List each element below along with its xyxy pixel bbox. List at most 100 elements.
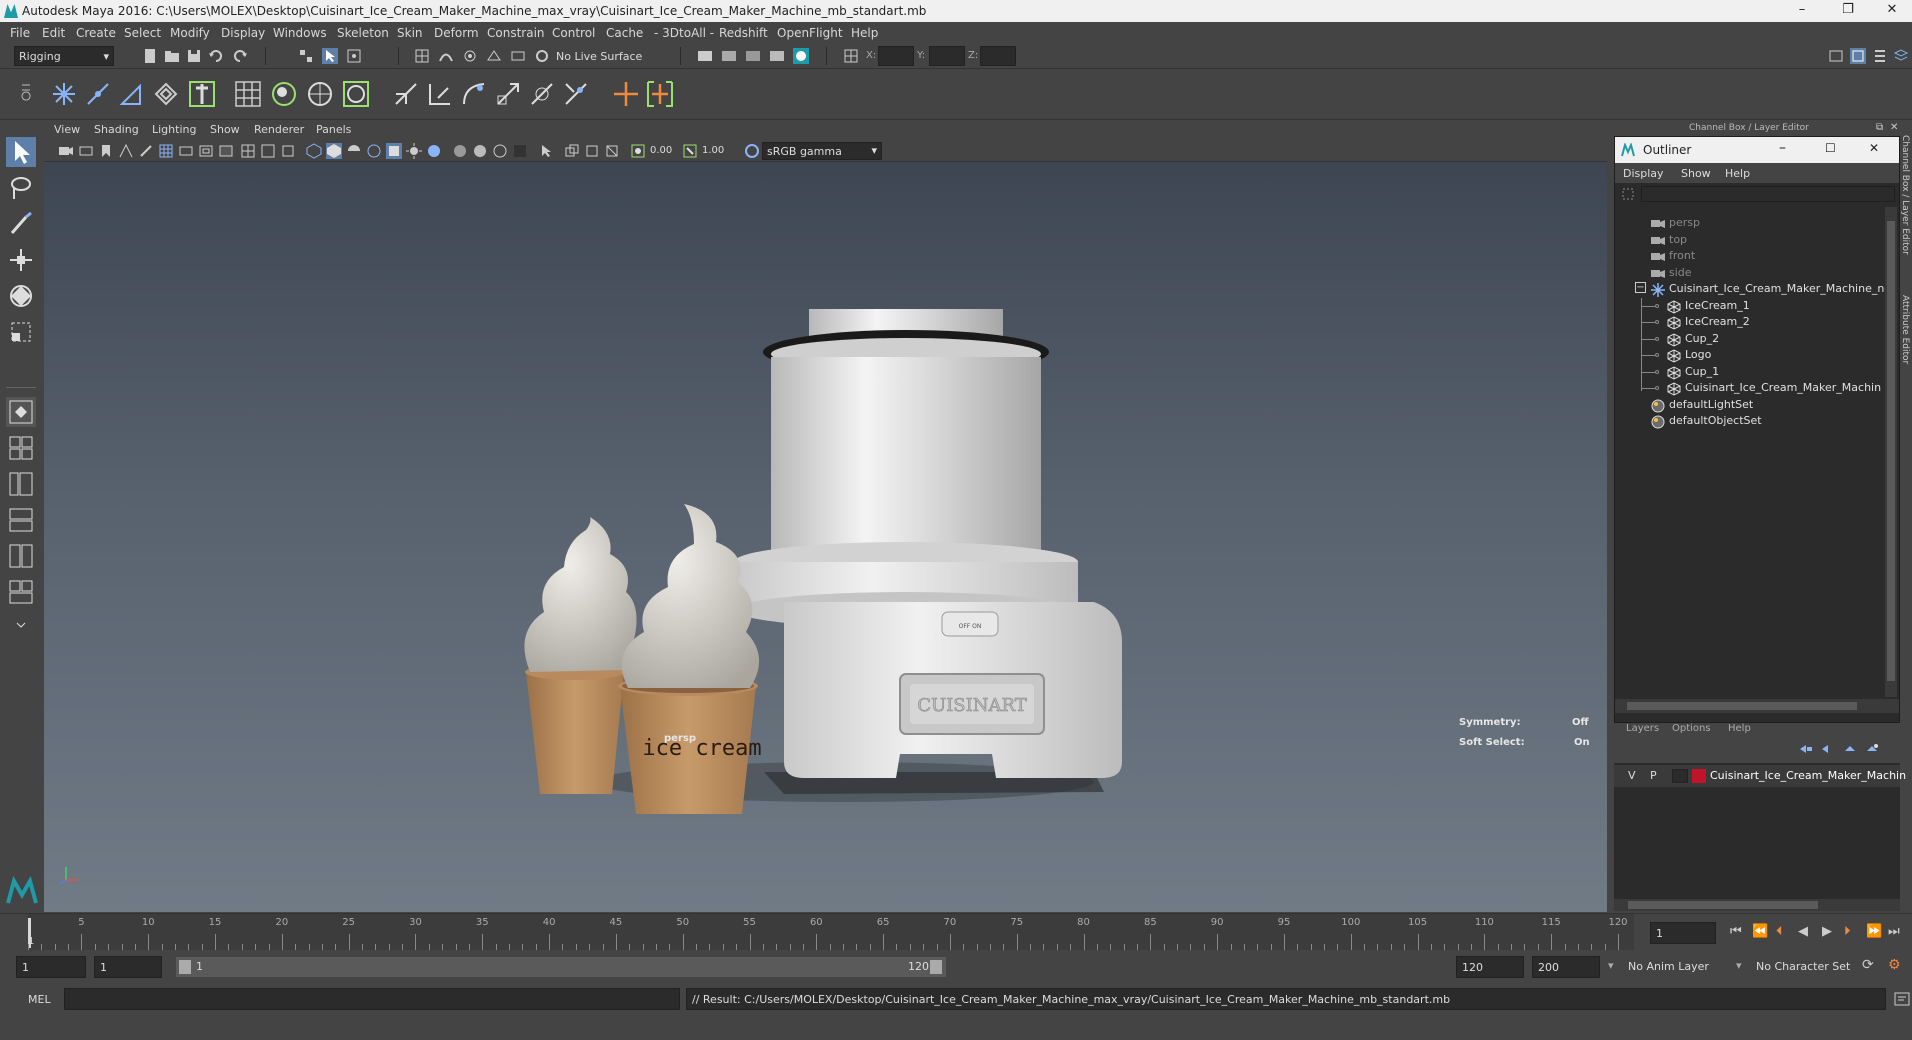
wire-deformer-icon[interactable] <box>340 78 372 110</box>
cluster-icon[interactable] <box>268 78 300 110</box>
select-object-icon[interactable] <box>322 48 338 64</box>
chevron-down-icon[interactable]: ▾ <box>1608 959 1614 972</box>
range-start-handle[interactable] <box>179 960 191 974</box>
more-layouts-icon[interactable] <box>6 613 36 633</box>
channel-box-tab[interactable]: Channel Box / Layer Editor <box>1900 135 1910 255</box>
filter-icon[interactable] <box>1621 187 1635 201</box>
go-to-end-icon[interactable]: ⏭ <box>1888 924 1900 939</box>
joint-tool-icon[interactable] <box>50 80 78 108</box>
textured-icon[interactable] <box>386 143 402 159</box>
y-field[interactable] <box>929 46 965 66</box>
attribute-editor-tab[interactable]: Attribute Editor <box>1900 295 1910 364</box>
auto-key-icon[interactable]: ⟳ <box>1862 957 1874 973</box>
menu-redshift[interactable]: Redshift <box>719 26 768 40</box>
outliner-minimize-button[interactable]: – <box>1779 140 1786 156</box>
character-set-label[interactable]: No Character Set <box>1756 960 1850 973</box>
time-ruler[interactable]: 5 10 15 20 25 30 35 40 45 50 55 60 65 70 75 80 85 90 95 100… <box>28 914 1634 950</box>
move-layer-down-icon[interactable] <box>1820 741 1836 757</box>
wireframe-on-shaded-icon[interactable] <box>366 143 382 159</box>
toggle-tool-settings-icon[interactable] <box>1872 48 1888 64</box>
smooth-bind-icon[interactable] <box>152 80 180 108</box>
menu-control[interactable]: Control <box>552 26 595 40</box>
toggle-channel-box-icon[interactable] <box>1893 48 1909 64</box>
use-all-lights-icon[interactable] <box>406 143 422 159</box>
grid-toggle-icon[interactable] <box>158 143 174 159</box>
hypershade-layout-icon[interactable] <box>6 541 36 571</box>
snap-view-icon[interactable] <box>486 48 502 64</box>
new-empty-layer-icon[interactable] <box>1842 741 1858 757</box>
play-forwards-icon[interactable]: ▶ <box>1822 924 1832 939</box>
safe-action-icon[interactable] <box>260 143 276 159</box>
outliner-close-button[interactable]: ✕ <box>1869 141 1879 155</box>
screen-space-ao-icon[interactable] <box>452 143 468 159</box>
playback-start-field[interactable]: 1 <box>94 956 162 978</box>
play-backwards-icon[interactable]: ◀ <box>1798 924 1808 939</box>
snap-curve-icon[interactable] <box>438 48 454 64</box>
default-material-icon[interactable] <box>346 143 362 159</box>
scrollbar-thumb[interactable] <box>1887 221 1895 681</box>
outliner-search-input[interactable] <box>1641 186 1895 202</box>
layers-menu-options[interactable]: Options <box>1672 723 1711 734</box>
outliner-horizontal-scrollbar[interactable] <box>1615 699 1899 713</box>
wireframe-icon[interactable] <box>306 143 322 159</box>
gamma-icon[interactable] <box>682 143 698 159</box>
collapse-toggle-icon[interactable]: − <box>1635 282 1646 293</box>
outliner-maximize-button[interactable]: ☐ <box>1825 141 1836 155</box>
restore-button[interactable]: ❐ <box>1828 2 1868 20</box>
move-layer-up-icon[interactable] <box>1798 741 1814 757</box>
script-language-label[interactable]: MEL <box>28 993 51 1006</box>
outliner-menu-help[interactable]: Help <box>1725 167 1750 180</box>
motion-blur-icon[interactable] <box>472 143 488 159</box>
range-end-handle[interactable] <box>930 960 942 974</box>
panel-menu-shading[interactable]: Shading <box>94 123 139 136</box>
scrollbar-thumb[interactable] <box>1627 702 1857 710</box>
panel-menu-lighting[interactable]: Lighting <box>152 123 196 136</box>
xray-joints-icon[interactable] <box>584 143 600 159</box>
lattice-icon[interactable] <box>232 78 264 110</box>
image-plane-icon[interactable] <box>118 143 134 159</box>
float-panel-icon[interactable]: ⧉ <box>1876 122 1883 133</box>
rotate-tool-icon[interactable] <box>6 281 36 311</box>
panel-menu-show[interactable]: Show <box>210 123 240 136</box>
character-set-icon[interactable] <box>644 78 676 110</box>
exposure-value[interactable]: 0.00 <box>650 145 672 156</box>
script-editor-icon[interactable] <box>1894 991 1910 1007</box>
xray-icon[interactable] <box>564 143 580 159</box>
point-constraint-icon[interactable] <box>424 78 456 110</box>
select-tool-icon[interactable] <box>6 137 36 167</box>
xray-components-icon[interactable] <box>604 143 620 159</box>
outliner-layout-icon[interactable] <box>6 577 36 607</box>
depth-of-field-icon[interactable] <box>512 143 528 159</box>
shelf-tabs-icon[interactable] <box>20 80 32 110</box>
menu-create[interactable]: Create <box>76 26 116 40</box>
four-view-layout-icon[interactable] <box>6 433 36 463</box>
color-management-icon[interactable] <box>744 143 760 159</box>
go-to-start-icon[interactable]: ⏮ <box>1730 924 1742 939</box>
outliner-vertical-scrollbar[interactable] <box>1885 207 1897 697</box>
command-input[interactable] <box>64 988 680 1010</box>
exposure-icon[interactable] <box>630 143 646 159</box>
render-frame-icon[interactable] <box>721 48 737 64</box>
save-scene-icon[interactable] <box>186 48 202 64</box>
close-panel-icon[interactable]: ✕ <box>1890 122 1898 133</box>
lasso-tool-icon[interactable] <box>6 173 36 203</box>
range-bar[interactable]: 1 120 <box>176 957 946 977</box>
minimize-button[interactable]: – <box>1782 2 1822 20</box>
step-forward-key-icon[interactable]: ⏩ <box>1866 924 1882 939</box>
select-camera-icon[interactable] <box>58 143 74 159</box>
ipr-render-icon[interactable] <box>745 48 761 64</box>
safe-title-icon[interactable] <box>280 143 296 159</box>
camera-attributes-icon[interactable] <box>78 143 94 159</box>
panel-menu-panels[interactable]: Panels <box>316 123 351 136</box>
color-space-dropdown[interactable]: sRGB gamma ▾ <box>762 142 882 160</box>
hypershade-icon[interactable] <box>793 48 809 64</box>
chevron-down-icon[interactable]: ▾ <box>1736 959 1742 972</box>
move-tool-icon[interactable] <box>6 245 36 275</box>
outliner-menu-display[interactable]: Display <box>1623 167 1664 180</box>
snap-grid-icon[interactable] <box>414 48 430 64</box>
current-frame-field[interactable]: 1 <box>1650 922 1716 944</box>
live-surface-label[interactable]: No Live Surface <box>556 50 642 63</box>
menu-3dtoall[interactable]: - 3DtoAll - <box>654 26 714 40</box>
pole-vector-icon[interactable] <box>560 78 592 110</box>
snap-point-icon[interactable] <box>462 48 478 64</box>
